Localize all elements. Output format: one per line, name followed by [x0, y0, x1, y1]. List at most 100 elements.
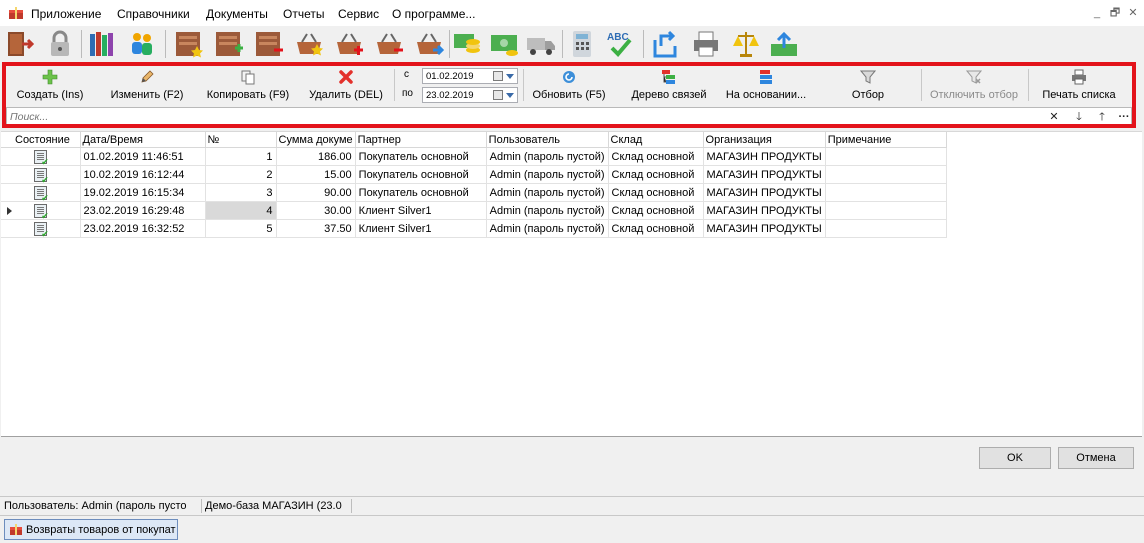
col-warehouse[interactable]: Склад: [608, 132, 704, 148]
cell-sum[interactable]: 186.00: [276, 147, 356, 166]
cell-partner[interactable]: Покупатель основной: [355, 183, 487, 202]
cell-datetime[interactable]: 10.02.2019 16:12:44: [80, 165, 206, 184]
col-number[interactable]: №: [205, 132, 277, 148]
basket-remove-icon[interactable]: [373, 28, 405, 60]
truck-icon[interactable]: [525, 28, 557, 60]
cell-datetime[interactable]: 23.02.2019 16:29:48: [80, 201, 206, 220]
cell-number[interactable]: 3: [205, 183, 277, 202]
menu-references[interactable]: Справочники: [117, 7, 190, 21]
menu-service[interactable]: Сервис: [338, 7, 379, 21]
cell-user[interactable]: Admin (пароль пустой): [486, 219, 609, 238]
restore-button[interactable]: 🗗: [1108, 6, 1122, 20]
cell-user[interactable]: Admin (пароль пустой): [486, 201, 609, 220]
cell-status[interactable]: [1, 201, 81, 220]
returns-doc-icon: [10, 524, 22, 535]
cell-status[interactable]: [1, 219, 81, 238]
cell-status[interactable]: [1, 165, 81, 184]
basket-move-icon[interactable]: [413, 28, 445, 60]
cell-warehouse[interactable]: Склад основной: [608, 147, 704, 166]
table-row[interactable]: 10.02.2019 16:12:44215.00Покупатель осно…: [1, 165, 947, 184]
table-row[interactable]: 23.02.2019 16:32:52537.50Клиент Silver1A…: [1, 219, 947, 238]
table-header: Состояние Дата/Время № Сумма докуме Парт…: [1, 132, 947, 148]
cell-user[interactable]: Admin (пароль пустой): [486, 183, 609, 202]
cancel-button[interactable]: Отмена: [1058, 447, 1134, 469]
col-user[interactable]: Пользователь: [486, 132, 609, 148]
menu-bar: Приложение Справочники Документы Отчеты …: [0, 0, 1144, 26]
printer-icon[interactable]: [690, 28, 722, 60]
posted-document-icon: [33, 203, 49, 219]
users-icon[interactable]: [126, 28, 158, 60]
spellcheck-icon[interactable]: ABC: [604, 28, 636, 60]
cell-datetime[interactable]: 19.02.2019 16:15:34: [80, 183, 206, 202]
cell-number[interactable]: 2: [205, 165, 277, 184]
highlight-frame: [2, 62, 1136, 128]
cell-partner[interactable]: Покупатель основной: [355, 147, 487, 166]
col-datetime[interactable]: Дата/Время: [80, 132, 206, 148]
table-row[interactable]: 23.02.2019 16:29:48430.00Клиент Silver1A…: [1, 201, 947, 220]
posted-document-icon: [33, 167, 49, 183]
export-icon[interactable]: [649, 28, 681, 60]
calculator-icon[interactable]: [566, 28, 598, 60]
basket-add-icon[interactable]: [333, 28, 365, 60]
cell-organization[interactable]: МАГАЗИН ПРОДУКТЫ: [703, 183, 826, 202]
cell-number[interactable]: 1: [205, 147, 277, 166]
cell-partner[interactable]: Клиент Silver1: [355, 219, 487, 238]
lock-icon[interactable]: [44, 28, 76, 60]
cell-warehouse[interactable]: Склад основной: [608, 219, 704, 238]
upload-icon[interactable]: [768, 28, 800, 60]
cell-sum[interactable]: 30.00: [276, 201, 356, 220]
doc-remove-icon[interactable]: [253, 28, 285, 60]
cell-user[interactable]: Admin (пароль пустой): [486, 165, 609, 184]
documents-table: Состояние Дата/Время № Сумма докуме Парт…: [1, 132, 947, 238]
cell-number[interactable]: 5: [205, 219, 277, 238]
doc-star-icon[interactable]: [173, 28, 205, 60]
cell-status[interactable]: [1, 183, 81, 202]
menu-reports[interactable]: Отчеты: [283, 7, 324, 21]
col-status[interactable]: Состояние: [1, 132, 81, 148]
cell-organization[interactable]: МАГАЗИН ПРОДУКТЫ: [703, 201, 826, 220]
col-organization[interactable]: Организация: [703, 132, 826, 148]
minimize-button[interactable]: _: [1090, 6, 1104, 20]
doc-add-icon[interactable]: [213, 28, 245, 60]
cell-warehouse[interactable]: Склад основной: [608, 201, 704, 220]
table-row[interactable]: 01.02.2019 11:46:511186.00Покупатель осн…: [1, 147, 947, 166]
menu-documents[interactable]: Документы: [206, 7, 268, 21]
cell-partner[interactable]: Клиент Silver1: [355, 201, 487, 220]
cell-partner[interactable]: Покупатель основной: [355, 165, 487, 184]
cell-datetime[interactable]: 23.02.2019 16:32:52: [80, 219, 206, 238]
cell-sum[interactable]: 90.00: [276, 183, 356, 202]
cell-organization[interactable]: МАГАЗИН ПРОДУКТЫ: [703, 165, 826, 184]
cell-organization[interactable]: МАГАЗИН ПРОДУКТЫ: [703, 219, 826, 238]
cell-organization[interactable]: МАГАЗИН ПРОДУКТЫ: [703, 147, 826, 166]
table-row[interactable]: 19.02.2019 16:15:34390.00Покупатель осно…: [1, 183, 947, 202]
documents-grid: Состояние Дата/Время № Сумма докуме Парт…: [1, 131, 1142, 437]
cell-user[interactable]: Admin (пароль пустой): [486, 147, 609, 166]
cell-note[interactable]: [825, 165, 947, 184]
task-tab-returns[interactable]: Возвраты товаров от покупат: [4, 519, 178, 540]
cell-number[interactable]: 4: [205, 201, 277, 220]
cell-datetime[interactable]: 01.02.2019 11:46:51: [80, 147, 206, 166]
cell-note[interactable]: [825, 201, 947, 220]
exit-door-icon[interactable]: [4, 28, 36, 60]
cell-note[interactable]: [825, 183, 947, 202]
close-button[interactable]: ✕: [1126, 6, 1140, 20]
cell-note[interactable]: [825, 147, 947, 166]
basket-star-icon[interactable]: [293, 28, 325, 60]
menu-app[interactable]: Приложение: [31, 7, 101, 21]
cell-sum[interactable]: 37.50: [276, 219, 356, 238]
posted-document-icon: [33, 185, 49, 201]
cell-status[interactable]: [1, 147, 81, 166]
scales-icon[interactable]: [730, 28, 762, 60]
col-partner[interactable]: Партнер: [355, 132, 487, 148]
coins-icon[interactable]: [451, 28, 483, 60]
money-icon[interactable]: [488, 28, 520, 60]
cell-warehouse[interactable]: Склад основной: [608, 165, 704, 184]
cell-sum[interactable]: 15.00: [276, 165, 356, 184]
cell-warehouse[interactable]: Склад основной: [608, 183, 704, 202]
col-sum[interactable]: Сумма докуме: [276, 132, 356, 148]
menu-about[interactable]: О программе...: [392, 7, 475, 21]
ok-button[interactable]: OK: [979, 447, 1051, 469]
books-icon[interactable]: [86, 28, 118, 60]
cell-note[interactable]: [825, 219, 947, 238]
col-note[interactable]: Примечание: [825, 132, 947, 148]
